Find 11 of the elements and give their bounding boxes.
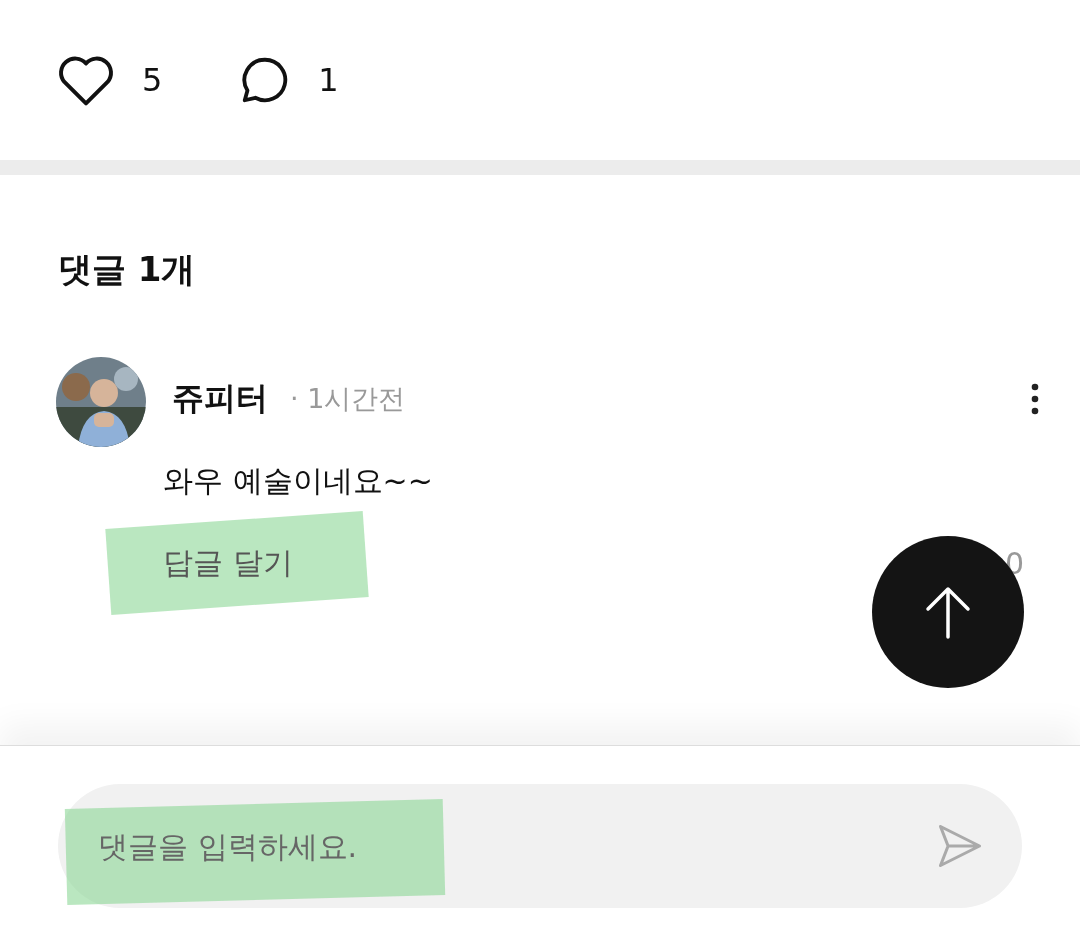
reply-button[interactable]: 답글 달기 [163,542,293,584]
like-count: 5 [142,61,163,99]
comment-input-field[interactable]: 댓글을 입력하세요. [96,827,934,865]
comment-input-field[interactable]: 댓글을 입력하세요. [58,784,1022,908]
comments-heading: 댓글 1개 [57,248,197,291]
comment-time: · 1시간전 [290,382,406,416]
arrow-up-icon [923,584,973,640]
more-options-icon[interactable] [1030,383,1040,415]
author-name: 쥬피터 [172,378,268,419]
comment-text: 와우 예술이네요~~ [163,462,434,500]
comment-count: 1 [318,61,339,99]
